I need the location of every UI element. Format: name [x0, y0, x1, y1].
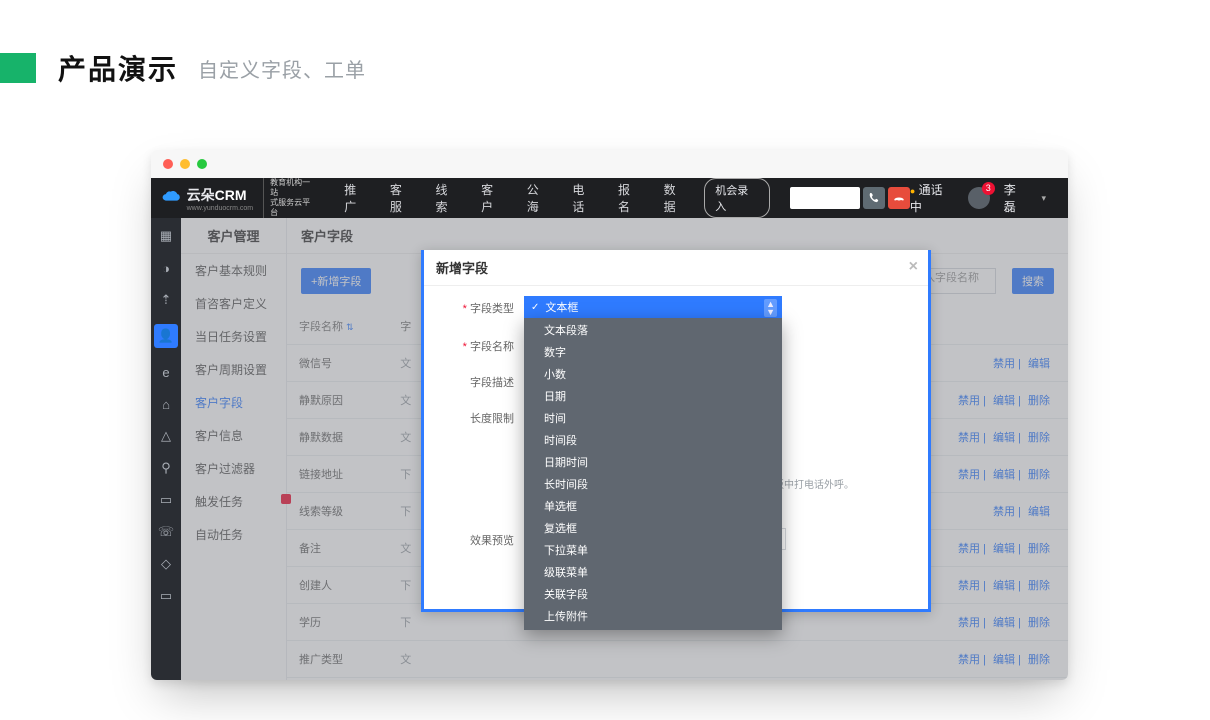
- dropdown-option[interactable]: 时间段: [524, 430, 782, 452]
- field-type-dropdown: 文本段落数字小数日期时间时间段日期时间长时间段单选框复选框下拉菜单级联菜单关联字…: [524, 318, 782, 630]
- nav-leads[interactable]: 线索: [426, 175, 468, 221]
- dropdown-option[interactable]: 小数: [524, 364, 782, 386]
- app-window: 云朵CRM www.yunduocrm.com 教育机构一站 式服务云平台 推广…: [151, 150, 1068, 680]
- window-min-dot[interactable]: [180, 159, 190, 169]
- label-preview: 效果预览: [448, 528, 524, 548]
- field-type-select[interactable]: ✓ 文本框 ▲▼ 文本段落数字小数日期时间时间段日期时间长时间段单选框复选框下拉…: [524, 296, 904, 318]
- rail-home-icon[interactable]: ⌂: [158, 396, 174, 412]
- nav-data[interactable]: 数据: [655, 175, 697, 221]
- app-topbar: 云朵CRM www.yunduocrm.com 教育机构一站 式服务云平台 推广…: [151, 178, 1068, 218]
- global-search-input[interactable]: [790, 187, 860, 209]
- call-status: ● 通话中: [910, 181, 954, 215]
- rail-doc-icon[interactable]: ▭: [158, 492, 174, 508]
- slide-title: 产品演示: [58, 48, 178, 88]
- modal-title: 新增字段 ×: [424, 250, 928, 286]
- dropdown-option[interactable]: 级联菜单: [524, 562, 782, 584]
- chevron-down-icon[interactable]: ▾: [1041, 193, 1046, 204]
- cloud-icon: [161, 190, 181, 206]
- slide-header: 产品演示 自定义字段、工单: [0, 48, 366, 88]
- top-nav: 推广 客服 线索 客户 公海 电话 报名 数据: [335, 175, 696, 221]
- rail-chart-icon[interactable]: ⇡: [158, 292, 174, 308]
- dropdown-option[interactable]: 下拉菜单: [524, 540, 782, 562]
- opportunity-pill[interactable]: 机会录入: [704, 178, 770, 218]
- stepper-icon[interactable]: ▲▼: [764, 299, 777, 317]
- notification-badge: 3: [982, 182, 995, 195]
- label-field-desc: 字段描述: [448, 370, 524, 390]
- brand-sub: CRM: [215, 187, 247, 203]
- rail-headset-icon[interactable]: ☏: [158, 524, 174, 540]
- global-search: [790, 187, 910, 209]
- dropdown-option[interactable]: 复选框: [524, 518, 782, 540]
- dropdown-option[interactable]: 日期: [524, 386, 782, 408]
- close-icon[interactable]: ×: [909, 258, 918, 276]
- new-field-modal: 新增字段 × 字段类型 ✓ 文本框 ▲▼ 文本段落数字小数日期时间时间段日期时间…: [421, 250, 931, 612]
- dropdown-option[interactable]: 文本段落: [524, 320, 782, 342]
- rail-card-icon[interactable]: ▭: [158, 588, 174, 604]
- dropdown-option[interactable]: 单选框: [524, 496, 782, 518]
- label-field-limit: 长度限制: [448, 406, 524, 426]
- brand-logo: 云朵CRM www.yunduocrm.com 教育机构一站 式服务云平台: [159, 178, 327, 218]
- nav-sea[interactable]: 公海: [518, 175, 560, 221]
- nav-customers[interactable]: 客户: [472, 175, 514, 221]
- window-titlebar: [151, 150, 1068, 178]
- rail-user-icon[interactable]: 👤: [154, 324, 178, 348]
- dropdown-option[interactable]: 关联字段: [524, 584, 782, 606]
- slide-subtitle: 自定义字段、工单: [198, 54, 366, 83]
- brand-main: 云朵: [187, 187, 215, 203]
- nav-service[interactable]: 客服: [381, 175, 423, 221]
- status-dot-icon: ●: [910, 186, 915, 196]
- check-icon: ✓: [531, 302, 539, 313]
- rail-grid-icon[interactable]: ▦: [158, 228, 174, 244]
- rail-shield-icon[interactable]: ◑: [158, 260, 174, 276]
- brand-url: www.yunduocrm.com: [187, 205, 254, 212]
- user-name[interactable]: 李磊: [1004, 181, 1028, 215]
- user-avatar[interactable]: 3: [968, 187, 990, 209]
- accent-block: [0, 53, 36, 83]
- call-hangup-icon[interactable]: [888, 187, 910, 209]
- rail-wave-icon[interactable]: e: [158, 364, 174, 380]
- window-max-dot[interactable]: [197, 159, 207, 169]
- topbar-right: ● 通话中 3 李磊 ▾: [910, 181, 1060, 215]
- rail-tag-icon[interactable]: ◇: [158, 556, 174, 572]
- dropdown-option[interactable]: 日期时间: [524, 452, 782, 474]
- nav-promo[interactable]: 推广: [335, 175, 377, 221]
- dropdown-option[interactable]: 数字: [524, 342, 782, 364]
- nav-phone[interactable]: 电话: [563, 175, 605, 221]
- label-field-type: 字段类型: [448, 296, 524, 316]
- rail-triangle-icon[interactable]: △: [158, 428, 174, 444]
- dropdown-option[interactable]: 长时间段: [524, 474, 782, 496]
- selected-option: 文本框: [545, 299, 578, 315]
- icon-rail: ▦ ◑ ⇡ 👤 e ⌂ △ ⚲ ▭ ☏ ◇ ▭: [151, 218, 181, 680]
- modal-form: 字段类型 ✓ 文本框 ▲▼ 文本段落数字小数日期时间时间段日期时间长时间段单选框…: [424, 286, 928, 576]
- nav-signup[interactable]: 报名: [609, 175, 651, 221]
- rail-search-user-icon[interactable]: ⚲: [158, 460, 174, 476]
- dropdown-option[interactable]: 时间: [524, 408, 782, 430]
- window-close-dot[interactable]: [163, 159, 173, 169]
- call-answer-icon[interactable]: [863, 187, 885, 209]
- dropdown-option[interactable]: 上传附件: [524, 606, 782, 628]
- label-field-name: 字段名称: [448, 334, 524, 354]
- brand-tagline: 教育机构一站 式服务云平台: [263, 178, 317, 218]
